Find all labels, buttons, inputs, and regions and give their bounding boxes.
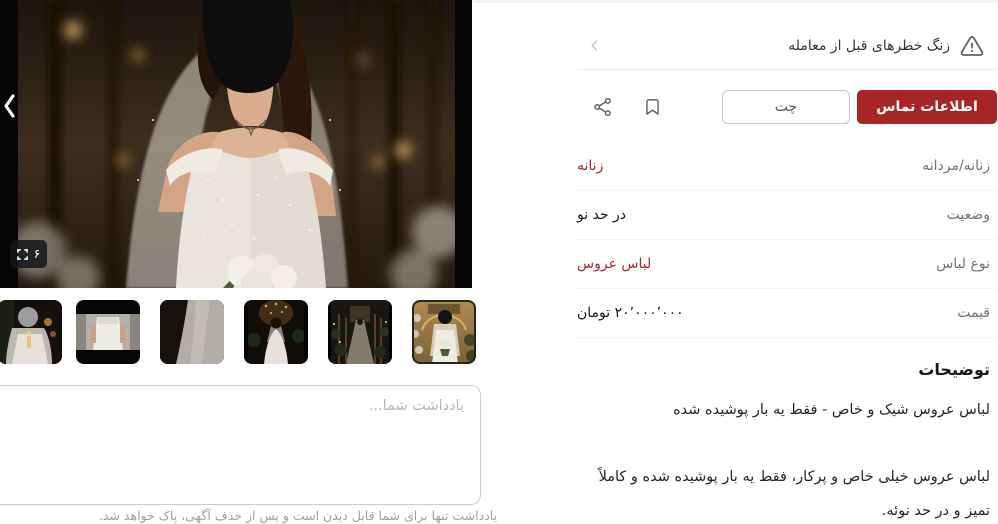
thumbnail-photo <box>160 300 224 364</box>
thumbnail-2[interactable] <box>76 300 140 364</box>
safety-banner[interactable]: زنگ خطرهای قبل از معامله <box>577 0 998 69</box>
thumbnail-4[interactable] <box>244 300 308 364</box>
thumbnail-photo <box>76 300 140 364</box>
warning-icon <box>960 35 984 56</box>
thumbnail-photo <box>244 300 308 364</box>
thumbnail-5[interactable] <box>328 300 392 364</box>
attribute-row-condition: وضعیت در حد نو <box>577 191 998 240</box>
chat-button[interactable]: چت <box>722 90 850 124</box>
image-count: ۶ <box>33 245 41 261</box>
safety-title: زنگ خطرهای قبل از معامله <box>788 37 950 54</box>
thumbnail-photo <box>328 300 392 364</box>
thumbnail-photo <box>414 302 474 362</box>
note-input[interactable] <box>0 385 481 505</box>
chevron-left-icon <box>587 38 602 53</box>
description-heading: توضیحات <box>918 360 990 379</box>
note-helper-text: یادداشت تنها برای شما قابل دیدن است و پس… <box>98 508 498 523</box>
attribute-row-price: قیمت ۲۰٬۰۰۰٬۰۰۰ تومان <box>577 289 998 338</box>
attributes-list: زنانه/مردانه زنانه وضعیت در حد نو نوع لب… <box>577 142 998 338</box>
gallery-prev-button[interactable] <box>0 88 20 124</box>
bookmark-icon[interactable] <box>640 95 664 119</box>
contact-info-button[interactable]: اطلاعات تماس <box>857 90 997 124</box>
attribute-value-link[interactable]: زنانه <box>577 158 603 174</box>
attribute-value: در حد نو <box>577 207 627 223</box>
attribute-value-price: ۲۰٬۰۰۰٬۰۰۰ تومان <box>577 305 684 321</box>
image-count-badge[interactable]: ۶ <box>10 240 47 268</box>
attribute-label: وضعیت <box>946 207 990 223</box>
fullscreen-icon <box>16 248 28 260</box>
attribute-value-link[interactable]: لباس عروس <box>577 256 651 272</box>
attribute-label: نوع لباس <box>936 256 990 272</box>
attribute-label: قیمت <box>957 305 990 321</box>
details-panel: زنگ خطرهای قبل از معامله اطلاعات تماس چت <box>577 0 998 524</box>
thumbnail-6-selected[interactable] <box>412 300 476 364</box>
thumbnail-photo <box>0 300 62 364</box>
description-text: لباس عروس شیک و خاص - فقط یه بار پوشیده … <box>598 402 990 519</box>
gallery-prev-icon <box>4 94 15 118</box>
divider <box>577 69 998 70</box>
main-photo-image <box>18 0 455 288</box>
thumbnail-3[interactable] <box>160 300 224 364</box>
listing-page: ۶ یادداشت شما... یادداشت تنها برای شما ق… <box>0 0 998 524</box>
attribute-label: زنانه/مردانه <box>922 158 990 174</box>
thumbnail-1[interactable] <box>0 300 62 364</box>
main-photo[interactable]: ۶ <box>0 0 472 288</box>
attribute-row-gender: زنانه/مردانه زنانه <box>577 142 998 191</box>
attribute-row-clothing-type: نوع لباس لباس عروس <box>577 240 998 289</box>
action-buttons-row: اطلاعات تماس چت <box>577 90 998 124</box>
share-icon[interactable] <box>590 95 614 119</box>
